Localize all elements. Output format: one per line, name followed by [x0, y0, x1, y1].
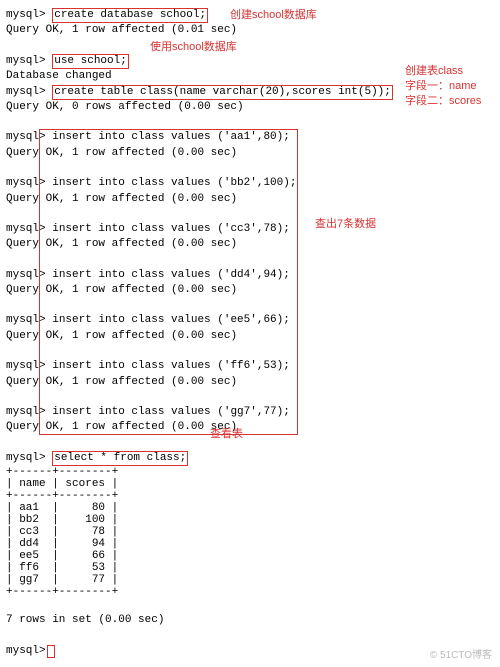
annotation-insert7: 查出7条数据 — [315, 215, 376, 231]
result-table: +------+--------+ | name | scores | +---… — [6, 466, 494, 598]
annotation-use: 使用school数据库 — [150, 38, 237, 54]
annotation-create-table2: 字段一：name — [405, 77, 477, 93]
create-database-command: create database school; — [52, 8, 208, 23]
annotation-create-db: 创建school数据库 — [230, 6, 317, 22]
create-table-command: create table class(name varchar(20),scor… — [52, 85, 393, 100]
mysql-prompt: mysql> — [6, 452, 46, 464]
watermark: © 51CTO博客 — [430, 646, 492, 661]
inserts-box-outline — [39, 129, 298, 435]
mysql-prompt: mysql> — [6, 55, 46, 67]
annotation-create-table3: 字段二：scores — [405, 92, 481, 108]
query-response: Query OK, 1 row affected (0.01 sec) — [6, 23, 494, 38]
terminal-line: mysql> — [6, 644, 494, 659]
mysql-prompt: mysql> — [6, 86, 46, 98]
result-footer: 7 rows in set (0.00 sec) — [6, 613, 494, 628]
terminal-line: mysql> select * from class; — [6, 451, 494, 466]
mysql-prompt: mysql> — [6, 645, 46, 657]
select-command: select * from class; — [52, 451, 188, 466]
use-command: use school; — [52, 54, 129, 69]
mysql-prompt: mysql> — [6, 9, 46, 21]
annotation-create-table1: 创建表class — [405, 62, 463, 78]
cursor[interactable] — [48, 646, 54, 657]
